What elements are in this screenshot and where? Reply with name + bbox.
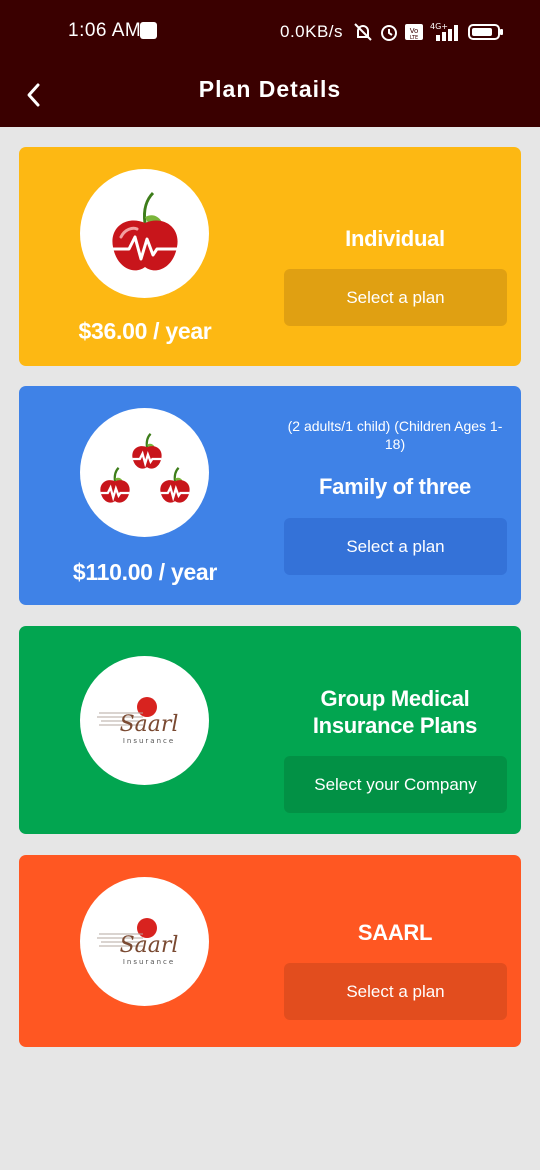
logo-text: Saarl — [119, 933, 178, 958]
saarl-insurance-logo: Saarl Insurance — [96, 696, 178, 745]
plan-card-individual: $36.00 / year Individual Select a plan — [19, 147, 521, 366]
alarm-icon — [381, 25, 397, 41]
logo-subtext: Insurance — [122, 737, 174, 745]
status-bar: 1:06 AM 0.0KB/s Vo LTE 4G+ — [0, 0, 540, 64]
status-time: 1:06 AM — [68, 20, 142, 41]
plan-name: Individual — [345, 226, 445, 251]
plan-name: Family of three — [319, 474, 471, 499]
mute-icon — [354, 23, 372, 41]
signal-icon: 4G+ — [430, 22, 458, 41]
logo-text: Saarl — [119, 712, 178, 737]
plan-card-group: Saarl Insurance Group Medical Insurance … — [19, 626, 521, 834]
cherry-heartbeat-icon — [111, 191, 178, 270]
svg-text:4G+: 4G+ — [430, 22, 448, 31]
select-plan-button[interactable]: Select a plan — [284, 518, 507, 575]
plan-logo — [80, 408, 209, 537]
notification-icon — [140, 22, 157, 39]
page-title: Plan Details — [198, 76, 342, 102]
battery-icon — [468, 24, 503, 40]
svg-text:LTE: LTE — [410, 35, 418, 41]
plan-logo — [80, 169, 209, 298]
volte-icon: Vo LTE — [405, 24, 423, 41]
plan-price: $110.00 / year — [72, 559, 218, 585]
plan-name: SAARL — [357, 920, 433, 945]
three-cherries-heartbeat-icon — [99, 432, 190, 503]
select-plan-button[interactable]: Select a plan — [284, 269, 507, 326]
saarl-insurance-logo: Saarl Insurance — [96, 917, 178, 966]
logo-subtext: Insurance — [122, 958, 174, 966]
app-header: Plan Details — [0, 64, 540, 127]
plan-logo: Saarl Insurance — [80, 656, 209, 785]
plan-name: Group Medical Insurance Plans — [312, 686, 478, 738]
svg-text:Vo: Vo — [410, 27, 419, 35]
plan-card-family: $110.00 / year (2 adults/1 child) (Child… — [19, 386, 521, 605]
select-plan-button[interactable]: Select a plan — [284, 963, 507, 1020]
select-company-button[interactable]: Select your Company — [284, 756, 507, 813]
plan-card-saarl: Saarl Insurance SAARL Select a plan — [19, 855, 521, 1047]
status-icons: Vo LTE 4G+ — [352, 18, 504, 46]
plan-logo: Saarl Insurance — [80, 877, 209, 1006]
plan-note: (2 adults/1 child) (Children Ages 1-18) — [287, 418, 503, 452]
network-speed: 0.0KB/s — [280, 22, 344, 41]
plan-price: $36.00 / year — [78, 318, 212, 344]
